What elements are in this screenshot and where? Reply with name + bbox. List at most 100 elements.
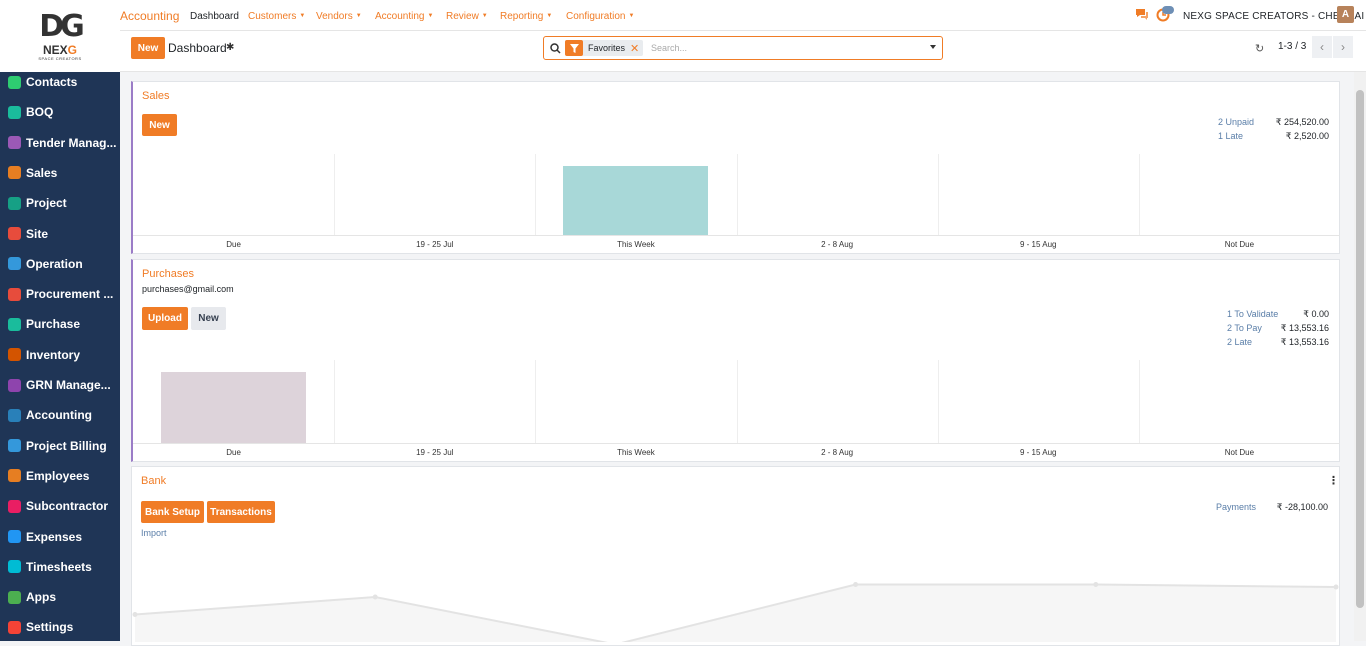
app-icon: [8, 287, 21, 301]
menu-dashboard[interactable]: Dashboard: [190, 11, 239, 22]
sidebar-item-procurement[interactable]: Procurement ...: [8, 284, 116, 304]
sales-late-value: ₹ 2,520.00: [1285, 131, 1329, 141]
sidebar-item-boq[interactable]: BOQ: [8, 102, 116, 122]
chart-point[interactable]: [1093, 582, 1099, 587]
app-icon: [8, 530, 21, 543]
payments-value: ₹ -28,100.00: [1276, 502, 1328, 512]
sales-bar-chart[interactable]: Due 19 - 25 Jul This Week 2 - 8 Aug 9 - 15 A…: [133, 154, 1340, 253]
search-dropdown-toggle-icon[interactable]: [930, 45, 936, 49]
sales-late-link[interactable]: 1 Late: [1218, 131, 1243, 141]
menu-customers[interactable]: Customers ▼: [248, 11, 305, 22]
bank-setup-button[interactable]: Bank Setup: [141, 501, 204, 523]
sales-title[interactable]: Sales: [142, 90, 170, 102]
app-name[interactable]: Accounting: [120, 9, 179, 23]
upload-button[interactable]: Upload: [142, 307, 188, 330]
chart-point[interactable]: [372, 594, 378, 600]
sidebar-item-apps[interactable]: Apps: [8, 587, 116, 607]
chart-bar[interactable]: [563, 166, 709, 235]
sidebar-item-sales[interactable]: Sales: [8, 163, 116, 183]
chart-baseline: [133, 235, 1340, 236]
scrollbar-thumb[interactable]: [1356, 90, 1364, 608]
refresh-icon[interactable]: ↻: [1255, 42, 1264, 55]
chart-point[interactable]: [1333, 584, 1339, 590]
sidebar-item-purchase[interactable]: Purchase: [8, 314, 116, 334]
chart-point[interactable]: [853, 582, 859, 587]
bank-title[interactable]: Bank: [141, 475, 166, 487]
chevron-down-icon: ▼: [355, 13, 362, 20]
chevron-down-icon: ▼: [427, 13, 434, 20]
search-input[interactable]: Search...: [651, 43, 687, 53]
menu-configuration[interactable]: Configuration ▼: [566, 11, 634, 22]
purchases-title[interactable]: Purchases: [142, 268, 194, 280]
sales-journal-card: Sales New 2 Unpaid ₹ 254,520.00 1 Late ₹…: [131, 81, 1340, 254]
purchases-new-button[interactable]: New: [191, 307, 226, 330]
chat-icon[interactable]: [1135, 8, 1149, 20]
menu-dashboard-label: Dashboard: [190, 11, 239, 22]
control-panel: New Dashboard ✱ Favorites ✕ Search... ↻ …: [120, 31, 1366, 72]
to-pay-value: ₹ 13,553.16: [1280, 323, 1329, 333]
sidebar-item-project[interactable]: Project: [8, 193, 116, 213]
sidebar-item-operation[interactable]: Operation: [8, 254, 116, 274]
purchases-late-value: ₹ 13,553.16: [1280, 337, 1329, 347]
purchases-bar-chart[interactable]: Due 19 - 25 Jul This Week 2 - 8 Aug 9 - 15 A…: [133, 360, 1340, 461]
chart-x-tick-label: This Week: [617, 240, 655, 249]
purchases-journal-card: Purchases purchases@gmail.com Upload New…: [131, 259, 1340, 462]
sidebar-item-subcontractor[interactable]: Subcontractor: [8, 496, 116, 516]
pager-next-icon[interactable]: ›: [1333, 36, 1353, 58]
chart-x-tick-label: 9 - 15 Aug: [1020, 240, 1057, 249]
logo-name-accent: G: [67, 42, 78, 57]
pager-previous-icon[interactable]: ‹: [1312, 36, 1332, 58]
to-pay-link[interactable]: 2 To Pay: [1227, 323, 1262, 333]
sales-new-button[interactable]: New: [142, 114, 177, 136]
chart-grid-line: [334, 154, 336, 235]
sidebar-item-label: Contacts: [26, 75, 78, 89]
sidebar-item-label: Inventory: [26, 347, 81, 362]
sidebar-item-tender-manag[interactable]: Tender Manag...: [8, 133, 116, 153]
chart-bar[interactable]: [161, 372, 306, 443]
menu-vendors[interactable]: Vendors ▼: [316, 11, 362, 22]
sidebar-item-label: Purchase: [26, 317, 81, 332]
menu-accounting[interactable]: Accounting ▼: [375, 11, 433, 22]
sidebar-item-timesheets[interactable]: Timesheets: [8, 557, 116, 577]
sidebar-item-label: Site: [26, 226, 49, 241]
sidebar-item-project-billing[interactable]: Project Billing: [8, 436, 116, 456]
sidebar-item-label: Project: [26, 196, 67, 211]
gear-icon[interactable]: ✱: [226, 42, 234, 53]
sidebar-item-settings[interactable]: Settings: [8, 617, 116, 637]
sidebar-item-site[interactable]: Site: [8, 224, 116, 244]
search-bar[interactable]: Favorites ✕ Search...: [543, 36, 943, 60]
chevron-down-icon: ▼: [628, 13, 635, 20]
app-icon: [8, 105, 21, 119]
transactions-button[interactable]: Transactions: [207, 501, 275, 523]
remove-facet-icon[interactable]: ✕: [630, 42, 643, 55]
import-link[interactable]: Import: [141, 528, 167, 538]
menu-reporting[interactable]: Reporting ▼: [500, 11, 552, 22]
pager-value[interactable]: 1-3 / 3: [1278, 41, 1306, 52]
bank-line-chart[interactable]: [132, 547, 1339, 642]
sidebar-item-label: GRN Manage...: [26, 378, 111, 392]
chart-x-tick-label: Due: [226, 240, 241, 249]
purchases-late-link[interactable]: 2 Late: [1227, 337, 1252, 347]
chart-point[interactable]: [132, 612, 138, 617]
sidebar-item-employees[interactable]: Employees: [8, 466, 116, 486]
company-logo[interactable]: DG NEXG SPACE CREATORS: [0, 0, 120, 72]
sidebar-item-grn-manage[interactable]: GRN Manage...: [8, 375, 116, 395]
app-icon: [8, 75, 21, 89]
more-options-icon[interactable]: ⋮: [1328, 474, 1339, 487]
sidebar-item-inventory[interactable]: Inventory: [8, 345, 116, 365]
sidebar-item-label: Employees: [26, 468, 90, 483]
sidebar-item-expenses[interactable]: Expenses: [8, 527, 116, 547]
sidebar-item-contacts[interactable]: Contacts: [8, 72, 116, 92]
search-icon[interactable]: [550, 43, 561, 54]
sidebar-item-label: Subcontractor: [26, 499, 109, 514]
top-navbar: Accounting Dashboard Customers ▼ Vendors ▼…: [120, 0, 1366, 31]
sidebar-item-accounting[interactable]: Accounting: [8, 405, 116, 425]
new-button[interactable]: New: [131, 37, 165, 59]
user-avatar[interactable]: A: [1337, 6, 1354, 23]
app-icon: [8, 408, 21, 422]
menu-review[interactable]: Review ▼: [446, 11, 488, 22]
menu-accounting-label: Accounting: [375, 11, 425, 22]
menu-customers-label: Customers: [248, 11, 297, 22]
vertical-scrollbar[interactable]: [1354, 72, 1366, 641]
payments-link[interactable]: Payments: [1216, 502, 1256, 512]
